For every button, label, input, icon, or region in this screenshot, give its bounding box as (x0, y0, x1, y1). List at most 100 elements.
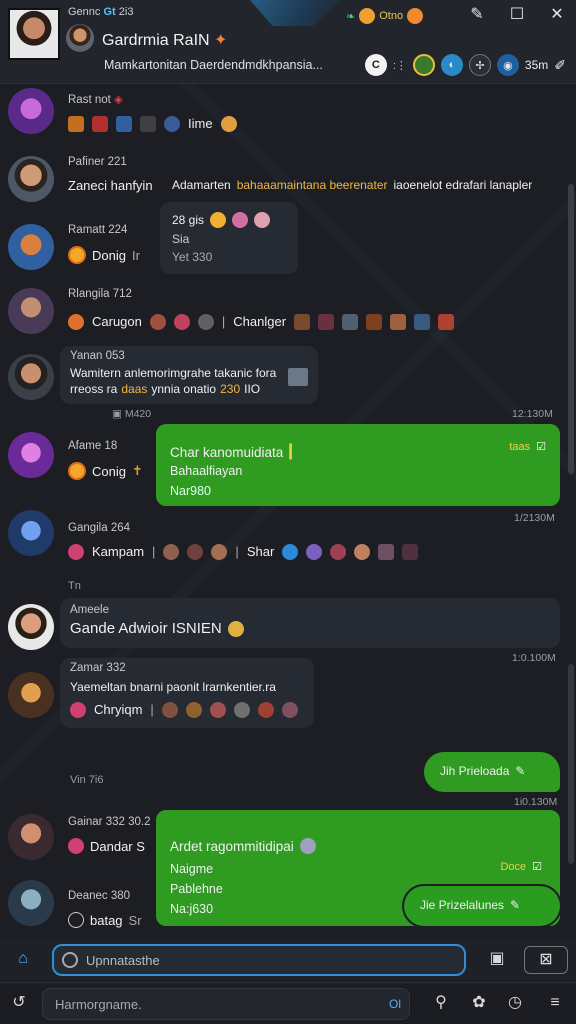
item-icon (366, 314, 383, 330)
clock-icon[interactable]: ◷ (502, 990, 528, 1016)
message-text: ynnia onatio (151, 382, 217, 396)
divider: | (221, 314, 226, 329)
message-text: Nar980 (170, 484, 211, 498)
scrollbar[interactable] (568, 184, 574, 474)
highlight-text: 230 (220, 382, 241, 396)
avatar[interactable] (8, 432, 54, 478)
message-bubble: 28 gis Sia Yet 330 (160, 202, 298, 274)
avatar[interactable] (8, 156, 54, 202)
message-text: 28 gis (172, 213, 205, 227)
message-text: Na:j630 (170, 902, 214, 916)
champion-icon (187, 544, 204, 560)
message-line: rreoss ra daas ynnia onatio 230 IIO (70, 382, 260, 396)
sender-name: Pafiner 221 (68, 156, 127, 168)
tools-icon[interactable]: ⚲ (428, 990, 454, 1016)
message-text: Jih Prieloada (440, 764, 510, 778)
message-tag: taas ☑ (509, 440, 546, 454)
message-text: Yaemeltan bnarni paonit lrarnkentier.ra (70, 680, 276, 694)
header-meta: ❧ Otno (346, 8, 424, 24)
champion-icon (330, 544, 347, 560)
maximize-button[interactable]: ☐ (506, 4, 528, 26)
message-text: Gande Adwioir ISNIEN (70, 620, 222, 637)
avatar[interactable] (8, 814, 54, 860)
avatar[interactable] (8, 604, 54, 650)
planet-icon[interactable]: ◉ (496, 54, 519, 76)
bottom-search-input[interactable]: Harmorgname. Ol (42, 988, 410, 1020)
message-input[interactable]: Upnnatasthe (52, 944, 466, 976)
chip-label: Iime (188, 116, 213, 131)
avatar[interactable] (8, 672, 54, 718)
image-thumbnail[interactable] (288, 368, 308, 386)
edit-icon[interactable]: ✎ (466, 4, 488, 26)
item-icon (342, 314, 359, 330)
window-controls: ✎ ☐ ✕ (466, 4, 568, 26)
clock-icon: ▣ (112, 408, 122, 420)
edit-icon[interactable]: ✎ (515, 764, 525, 778)
item-icon (414, 314, 431, 330)
rank-badge-icon (70, 702, 86, 718)
c-badge-icon[interactable]: C (364, 54, 387, 76)
sender-name-text: Rast not (68, 94, 111, 106)
message-line: Zaneci hanfyin (68, 178, 153, 193)
header-top-text: Gennc Gt 2i3 (68, 6, 133, 18)
message-text: Yet 330 (172, 250, 213, 264)
page-title: Gardrmia RaIN ✦ (102, 30, 227, 50)
tag-text: Doce (500, 860, 527, 873)
avatar[interactable] (8, 224, 54, 270)
item-icon (68, 116, 84, 132)
message-tag: Doce ☑ (500, 860, 542, 874)
message-line: Kampam | | Shar (68, 544, 420, 560)
timestamp: ▣ M420 (112, 408, 151, 420)
back-icon[interactable]: ↺ (6, 990, 32, 1016)
avatar[interactable] (8, 88, 54, 134)
header-top-accent: Gt (103, 6, 116, 18)
image-send-icon[interactable]: ⊠ (524, 946, 568, 974)
home-icon[interactable]: ⌂ (10, 946, 36, 972)
champion-icon (161, 702, 178, 718)
message-line: Jie Prizelalunes ✎ (420, 898, 520, 912)
timestamp: 1i0.130M (514, 796, 558, 808)
message-text: Dandar S (90, 838, 145, 854)
message-text: Pablehne (170, 882, 223, 896)
network-icon[interactable]: ✢ (468, 54, 491, 76)
menu-icon[interactable]: ≡ (542, 990, 568, 1016)
dot-icon: :⋮ (392, 59, 407, 72)
sender-name: Gangila 264 (68, 522, 131, 534)
message-line: Chryiqm | (70, 702, 300, 718)
message-text: Wamitern anlemorimgrahe takanic fora (70, 366, 277, 380)
message-line: Iime (68, 116, 239, 132)
message-bubble-highlight: Char kanomuidiata ▎ Bahaalfiayan Nar980 … (156, 424, 560, 506)
avatar[interactable] (8, 880, 54, 926)
globe-icon[interactable]: ◐ (440, 54, 463, 76)
header-toolbar: C :⋮ ◐ ✢ ◉ 35m ✐ (364, 54, 566, 76)
avatar[interactable] (8, 510, 54, 556)
scrollbar-lower[interactable] (568, 664, 574, 864)
rank-badge-icon (68, 314, 84, 330)
message-text: Chryiqm (94, 702, 143, 717)
leaf-badge-icon[interactable] (412, 54, 435, 76)
item-icon (294, 314, 311, 330)
message-text: Zaneci hanfyin (68, 178, 153, 193)
message-text: IIO (244, 382, 261, 396)
divider: | (150, 702, 154, 717)
pen-icon[interactable]: ✐ (554, 57, 566, 74)
close-button[interactable]: ✕ (546, 4, 568, 26)
champion-icon (185, 702, 202, 718)
message-list[interactable]: Rast not ◈ Iime Pafiner 221 Zaneci hanfy… (0, 84, 576, 940)
edit-icon[interactable]: ✎ (510, 898, 520, 912)
settings-icon[interactable]: ✿ (466, 990, 492, 1016)
sender-name: Gainar 332 30.2 (68, 816, 151, 828)
avatar[interactable] (8, 288, 54, 334)
sender-name: Rlangila 712 (68, 288, 132, 300)
face-icon (220, 116, 237, 132)
champion-icon (281, 702, 298, 718)
message-text: Ardet ragommitidipai (170, 838, 294, 854)
avatar[interactable] (8, 354, 54, 400)
rank-badge-icon (68, 838, 84, 854)
champion-icon (197, 314, 214, 330)
attachment-icon[interactable]: ▣ (484, 946, 510, 972)
user-mini-avatar[interactable] (66, 24, 94, 52)
channel-avatar[interactable] (8, 8, 60, 60)
emoji-button-icon[interactable] (62, 952, 78, 968)
globe-icon (164, 116, 180, 132)
